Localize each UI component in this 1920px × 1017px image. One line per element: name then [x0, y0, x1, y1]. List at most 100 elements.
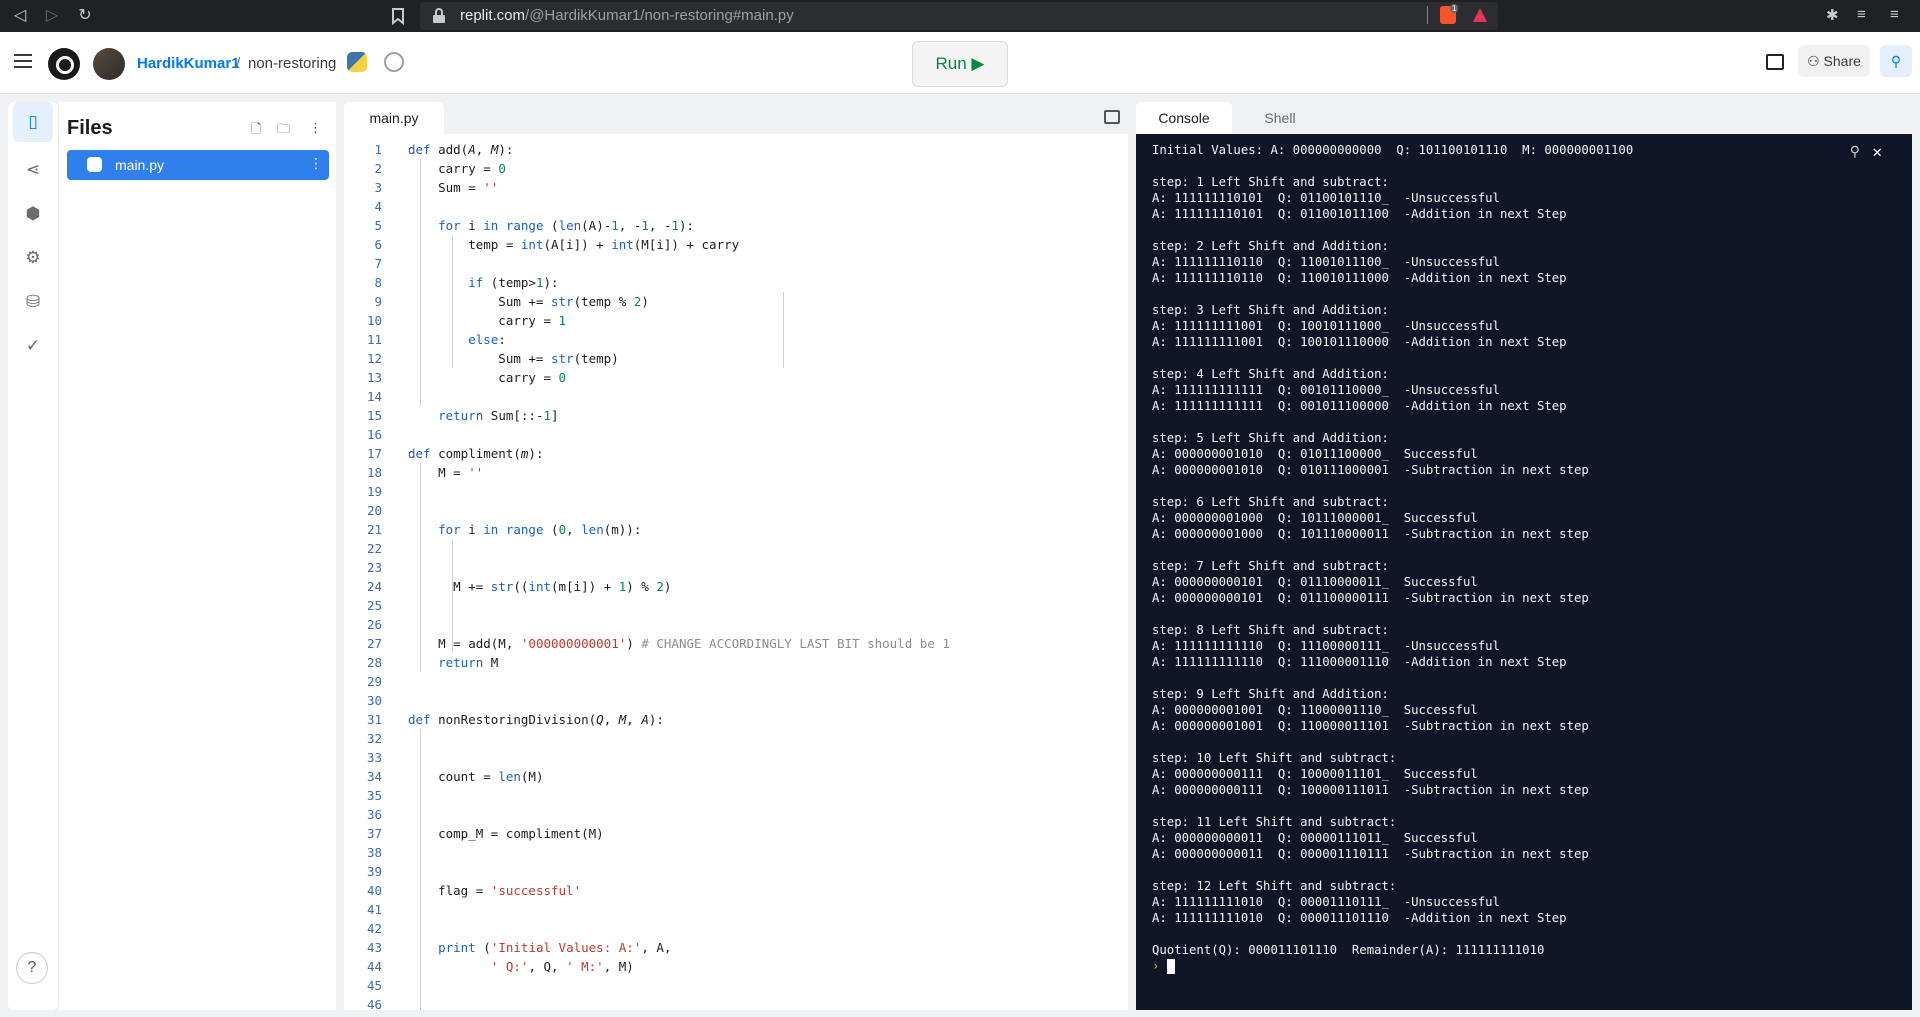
console-line: A: 111111111001 Q: 100101110000 -Additio… — [1152, 335, 1567, 349]
console-clear-icon[interactable]: ✕ — [1872, 142, 1882, 161]
line-number: 23 — [366, 560, 382, 575]
console-line: step: 12 Left Shift and subtract: — [1152, 879, 1397, 893]
code-line: 9 Sum += str(temp % 2) — [344, 292, 1128, 311]
console-line: step: 11 Left Shift and subtract: — [1152, 815, 1397, 829]
reading-list-icon[interactable]: ≡ — [1857, 6, 1866, 23]
console-line: step: 7 Left Shift and subtract: — [1152, 559, 1389, 573]
code-text: carry = 1 — [408, 313, 567, 328]
replit-logo[interactable] — [48, 48, 80, 80]
files-more-icon[interactable]: ⋮ — [309, 120, 322, 136]
checkmark-icon[interactable]: ✓ — [21, 334, 45, 358]
line-number: 2 — [374, 161, 382, 176]
code-text: Sum += str(temp % 2) — [408, 294, 649, 309]
settings-gear-icon[interactable]: ⚙ — [21, 246, 45, 270]
history-icon[interactable] — [384, 52, 404, 72]
console-line: step: 2 Left Shift and Addition: — [1152, 239, 1389, 253]
bookmark-icon[interactable] — [388, 6, 408, 26]
chat-icon[interactable] — [1766, 54, 1784, 70]
help-icon[interactable]: ? — [16, 952, 48, 984]
file-item-main-py[interactable]: main.py ⋮ — [67, 150, 329, 180]
line-number: 43 — [366, 940, 382, 955]
console-tabbar: Console Shell — [1136, 102, 1912, 134]
code-line: 22 — [344, 539, 1128, 558]
forward-icon[interactable]: ▷ — [42, 6, 62, 26]
avatar[interactable] — [93, 48, 125, 80]
brave-rewards-icon[interactable] — [1472, 7, 1488, 23]
tab-console[interactable]: Console — [1136, 102, 1232, 134]
new-file-icon[interactable]: 🗋 — [251, 120, 261, 142]
console-output[interactable]: ⚲ ✕ Initial Values: A: 000000000000 Q: 1… — [1136, 134, 1912, 1010]
code-text: print ('Initial Values: A:', A, — [438, 940, 672, 955]
console-line: A: 000000000011 Q: 00000111011_ Successf… — [1152, 831, 1478, 845]
code-line: 34 count = len(M) — [344, 767, 1128, 786]
run-button[interactable]: Run ▶ — [912, 41, 1008, 87]
code-line: 45 — [344, 976, 1128, 995]
code-line: 10 carry = 1 — [344, 311, 1128, 330]
tab-main-py[interactable]: main.py — [344, 102, 444, 134]
code-line: 17 def compliment(m): — [344, 444, 1128, 463]
repl-name[interactable]: non-restoring — [248, 55, 336, 72]
console-line: A: 111111111010 Q: 00001110111_ -Unsucce… — [1152, 895, 1500, 909]
search-icon[interactable]: ⚲ — [1880, 45, 1912, 77]
extensions-icon[interactable]: ✱ — [1826, 6, 1839, 24]
file-options-icon[interactable]: ⋮ — [309, 155, 323, 172]
code-text: def nonRestoringDivision(Q, M, A): — [408, 712, 664, 727]
indent-guide — [452, 539, 453, 653]
line-number: 21 — [366, 522, 382, 537]
console-line: A: 000000000101 Q: 011100000111 -Subtrac… — [1152, 591, 1589, 605]
code-editor[interactable]: 1 def add(A, M): 2 carry = 03 Sum = '' 4 5 f… — [344, 134, 1128, 1010]
line-number: 3 — [374, 180, 382, 195]
files-panel: Files 🗋 🗀 ⋮ main.py ⋮ — [58, 102, 336, 1010]
tab-shell[interactable]: Shell — [1232, 102, 1328, 134]
username-link[interactable]: HardikKumar1 — [137, 55, 240, 72]
code-line: 12 Sum += str(temp) — [344, 349, 1128, 368]
code-line: 11 else: — [344, 330, 1128, 349]
code-text: comp_M = compliment(M) — [408, 826, 604, 841]
code-text: return M — [438, 655, 499, 670]
code-line: 6 temp = int(A[i]) + int(M[i]) + carry — [344, 235, 1128, 254]
menu-icon[interactable]: ≡ — [1890, 6, 1899, 23]
code-text: count = len(M) — [408, 769, 544, 784]
code-text: flag = 'successful' — [408, 883, 582, 898]
url-text: replit.com/@HardikKumar1/non-restoring#m… — [460, 7, 794, 24]
console-panel: Console Shell ⚲ ✕ Initial Values: A: 000… — [1136, 102, 1912, 1010]
code-line: 41 — [344, 900, 1128, 919]
code-line: 18 M = '' — [344, 463, 1128, 482]
address-bar[interactable]: replit.com/@HardikKumar1/non-restoring#m… — [420, 2, 1498, 30]
packages-icon[interactable]: ⬢ — [21, 202, 45, 226]
console-line: step: 8 Left Shift and subtract: — [1152, 623, 1389, 637]
code-line: 3 Sum = '' — [344, 178, 1128, 197]
code-text: def compliment(m): — [408, 446, 544, 461]
indent-guide — [420, 159, 421, 406]
console-line: A: 111111111111 Q: 00101110000_ -Unsucce… — [1152, 383, 1500, 397]
breadcrumb-separator: / — [236, 55, 241, 72]
console-line: A: 111111110101 Q: 011001011100 -Additio… — [1152, 207, 1567, 221]
code-line: 20 — [344, 501, 1128, 520]
line-number: 29 — [366, 674, 382, 689]
console-line: A: 000000000101 Q: 01110000011_ Successf… — [1152, 575, 1478, 589]
database-icon[interactable]: ⛁ — [21, 290, 45, 314]
line-number: 15 — [366, 408, 382, 423]
line-number: 5 — [374, 218, 382, 233]
console-prompt[interactable]: › — [1152, 958, 1175, 974]
back-icon[interactable]: ◁ — [10, 6, 30, 26]
code-line: 25 — [344, 596, 1128, 615]
line-number: 27 — [366, 636, 382, 651]
line-number: 36 — [366, 807, 382, 822]
version-control-icon[interactable]: ⋖ — [21, 158, 45, 182]
console-search-icon[interactable]: ⚲ — [1850, 144, 1860, 160]
code-line: 8 if (temp>1): — [344, 273, 1128, 292]
hamburger-menu-icon[interactable] — [14, 54, 32, 68]
new-folder-icon[interactable]: 🗀 — [277, 120, 290, 142]
console-line: A: 111111111111 Q: 001011100000 -Additio… — [1152, 399, 1567, 413]
code-text: Sum += str(temp) — [408, 351, 619, 366]
indent-guide — [783, 292, 784, 368]
reload-icon[interactable]: ↻ — [75, 6, 95, 26]
indent-guide — [452, 235, 453, 368]
console-line: A: 111111110101 Q: 01100101110_ -Unsucce… — [1152, 191, 1500, 205]
share-button[interactable]: ⚇ Share — [1798, 45, 1870, 77]
code-line: 40 flag = 'successful' — [344, 881, 1128, 900]
code-line: 24 M += str((int(m[i]) + 1) % 2) — [344, 577, 1128, 596]
editor-settings-icon[interactable] — [1104, 110, 1120, 124]
files-icon[interactable]: ▯ — [13, 102, 53, 142]
